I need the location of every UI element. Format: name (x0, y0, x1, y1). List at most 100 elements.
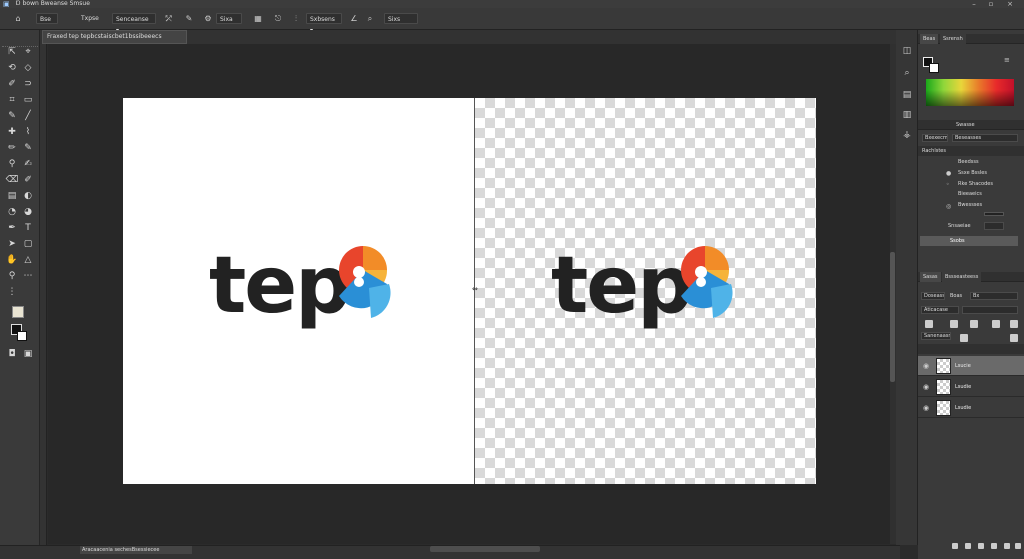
eraser-tool-icon[interactable]: ⌫ (5, 174, 19, 186)
move-tool-icon[interactable]: ⇱ (5, 46, 19, 58)
tab-color[interactable]: Beas (920, 34, 939, 44)
artboard-tool-icon[interactable]: ⌖ (21, 46, 35, 58)
maximize-icon[interactable]: ▫ (985, 0, 997, 8)
brush-tool-icon[interactable]: ✏ (5, 142, 19, 154)
blur-tool-icon[interactable]: ◔ (5, 206, 19, 218)
new-layer-icon[interactable] (1004, 543, 1010, 549)
lock-artboard-icon[interactable] (970, 320, 978, 328)
prop-item-5[interactable]: Bwessses (958, 201, 982, 209)
lock-pixels-icon[interactable] (925, 320, 933, 328)
status-info-field[interactable]: Aracaacenia sechesBsessiecee (80, 546, 192, 554)
delete-layer-icon[interactable] (1015, 543, 1021, 549)
rotate-view-icon[interactable]: △ (21, 254, 35, 266)
home-icon[interactable]: ⌂ (12, 13, 24, 24)
layer-visibility-icon[interactable]: ◉ (921, 403, 931, 413)
layer-row-3[interactable]: ◉ Lsudie (918, 398, 1024, 418)
canvas-original[interactable]: tep (123, 98, 475, 484)
prop-active-row[interactable]: Ssobs (920, 236, 1018, 246)
pencil-tool-icon[interactable]: ✎ (21, 142, 35, 154)
layer-filter-toggle-icon[interactable] (1010, 334, 1018, 342)
history-brush-icon[interactable]: ✍ (21, 158, 35, 170)
panel-menu-icon[interactable]: ≡ (1004, 56, 1010, 64)
type-tool-icon[interactable]: T (21, 222, 35, 234)
blend-mode-select[interactable]: Doseasse (921, 292, 945, 300)
adjust-panel-icon[interactable]: ⌕ (899, 66, 915, 80)
prop-slider[interactable] (984, 212, 1004, 216)
background-eraser-icon[interactable]: ✐ (21, 174, 35, 186)
properties-panel-icon[interactable]: ▤ (899, 88, 915, 102)
flow-field[interactable]: Sixs (384, 13, 418, 24)
properties-field-1[interactable]: Bxexecm (922, 134, 948, 142)
history-panel-icon[interactable]: ◫ (899, 44, 915, 58)
prop-value-field[interactable] (984, 222, 1004, 230)
lock-position-icon[interactable] (950, 320, 958, 328)
path-select-icon[interactable]: ➤ (5, 238, 19, 250)
tab-swatches[interactable]: Ssrensh (940, 34, 966, 44)
tab-layers[interactable]: Sasas (920, 272, 941, 282)
shape-tool-icon[interactable]: ▢ (21, 238, 35, 250)
layer-row-2[interactable]: ◉ Lsudie (918, 377, 1024, 397)
dodge-tool-icon[interactable]: ◕ (21, 206, 35, 218)
layer-visibility-icon[interactable]: ◉ (921, 382, 931, 392)
document-tab[interactable]: Fraxed tep tepbcstaiscbet1bssibeeecs (42, 30, 187, 44)
prop-item-3[interactable]: Rke Shacodes (958, 180, 993, 188)
target-icon[interactable]: ◎ (946, 203, 951, 210)
pressure-icon[interactable]: ✎ (183, 13, 195, 24)
actions-panel-icon[interactable]: ⚶ (899, 128, 915, 142)
prop-item-4[interactable]: Bieeaeics (958, 190, 982, 198)
canvas-transparent[interactable]: tep (475, 98, 816, 484)
healing-brush-icon[interactable]: ✚ (5, 126, 19, 138)
prop-item-6[interactable]: Snsaeiae (948, 222, 971, 230)
size-field[interactable]: Sixa (216, 13, 242, 24)
layer-mask-icon[interactable] (978, 543, 984, 549)
zoom-tool-icon[interactable]: ⚲ (5, 270, 19, 282)
patch-tool-icon[interactable]: ⌇ (21, 126, 35, 138)
layer-row-1[interactable]: ◉ Lsucie (918, 356, 1024, 376)
search-icon[interactable]: ⌕ (364, 13, 376, 24)
default-colors-bg[interactable] (17, 331, 27, 341)
quick-mask-icon[interactable]: ◘ (5, 348, 19, 360)
eyedropper-icon[interactable]: ✎ (5, 110, 19, 122)
edit-toolbar-icon[interactable]: ⋮ (5, 286, 19, 298)
divider-handle-icon[interactable]: ⇔ (472, 286, 478, 293)
mode-select[interactable]: Senceanse ▾ (112, 13, 156, 34)
settings-icon[interactable]: ⚙ (202, 13, 214, 24)
color-spectrum[interactable] (926, 79, 1014, 106)
symmetry-icon[interactable]: ⫶ (290, 13, 302, 24)
libraries-panel-icon[interactable]: ▥ (899, 108, 915, 122)
foreground-color-swatch[interactable] (12, 306, 24, 318)
grid-icon[interactable]: ▦ (252, 13, 264, 24)
link-layers-icon[interactable] (952, 543, 958, 549)
opacity-field[interactable]: Bx (970, 292, 1018, 300)
prop-item-1[interactable]: Beedsss (958, 158, 979, 166)
pen-tool-icon[interactable]: ✒ (5, 222, 19, 234)
close-icon[interactable]: × (1004, 0, 1016, 8)
horizontal-scroll-thumb[interactable] (430, 546, 540, 552)
minimize-icon[interactable]: – (968, 0, 980, 8)
lasso-tool-icon[interactable]: ⟲ (5, 62, 19, 74)
prop-item-2[interactable]: Ssxe Bssles (958, 169, 987, 177)
polygon-lasso-icon[interactable]: ◇ (21, 62, 35, 74)
layer-filter-icon[interactable] (960, 334, 968, 342)
more-tools-icon[interactable]: ⋯ (21, 270, 35, 282)
slice-tool-icon[interactable]: ▭ (21, 94, 35, 106)
link-chain-icon[interactable]: ◦ (946, 181, 950, 188)
fill-field[interactable] (962, 306, 1018, 314)
layer-visibility-icon[interactable]: ◉ (921, 361, 931, 371)
new-group-icon[interactable] (991, 543, 997, 549)
visibility-icon[interactable]: ● (946, 170, 951, 177)
clone-stamp-icon[interactable]: ⚲ (5, 158, 19, 170)
hand-tool-icon[interactable]: ✋ (5, 254, 19, 266)
smoothing-select[interactable]: Sxbsens ▾ (306, 13, 342, 34)
gradient-tool-icon[interactable]: ▤ (5, 190, 19, 202)
properties-field-2[interactable]: Beseasses (952, 134, 1018, 142)
airbrush-icon[interactable]: ⤱ (163, 13, 175, 24)
color-bg-swatch[interactable] (929, 63, 939, 73)
lock-extra-icon[interactable] (1010, 320, 1018, 328)
link-icon[interactable]: ⎋ (272, 13, 284, 24)
angle-icon[interactable]: ∠ (348, 13, 360, 24)
vertical-scroll-thumb[interactable] (890, 252, 895, 382)
ruler-tool-icon[interactable]: ╱ (21, 110, 35, 122)
tab-channels[interactable]: Bssseasteess (942, 272, 982, 282)
brush-preset-picker[interactable]: Bse (36, 13, 58, 24)
